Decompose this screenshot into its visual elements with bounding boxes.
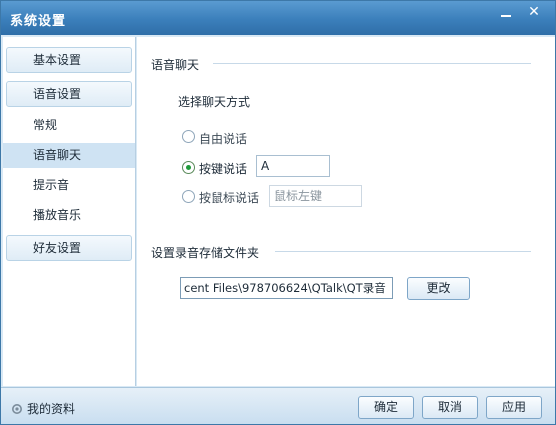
radio-push-to-talk[interactable] [182,161,195,174]
my-profile-link[interactable]: 我的资料 [11,400,75,417]
ok-button[interactable]: 确定 [358,396,414,419]
section-divider [275,251,531,252]
my-profile-label: 我的资料 [27,402,76,416]
record-folder-path-input[interactable]: cent Files\978706624\QTalk\QT录音 [180,277,393,299]
sidebar-item-notification-sound[interactable]: 提示音 [3,173,135,198]
sidebar-item-general[interactable]: 常规 [3,113,135,138]
radio-free-talk[interactable] [182,130,195,143]
minimize-icon [501,15,511,17]
mouse-talk-button-input[interactable]: 鼠标左键 [269,185,362,207]
section-title-record-folder: 设置录音存储文件夹 [151,246,260,260]
push-to-talk-key-input[interactable]: A [256,155,330,177]
settings-main-panel: 语音聊天 选择聊天方式 自由说话 按键说话 A 按鼠标说话 鼠标左键 设置录音存… [137,37,555,386]
close-icon: ✕ [528,4,540,20]
section-divider [213,63,531,64]
sidebar-group-voice[interactable]: 语音设置 [6,81,132,107]
minimize-button[interactable] [495,4,517,21]
sidebar-item-voice-chat[interactable]: 语音聊天 [3,143,135,168]
choose-mode-label: 选择聊天方式 [178,95,251,109]
radio-push-to-talk-label[interactable]: 按键说话 [199,160,247,177]
sidebar-item-play-music[interactable]: 播放音乐 [3,203,135,228]
sidebar-group-friends[interactable]: 好友设置 [6,235,132,261]
title-bar[interactable]: 系统设置 ✕ [1,1,555,35]
change-folder-button[interactable]: 更改 [407,277,470,300]
sidebar-group-basic[interactable]: 基本设置 [6,47,132,73]
close-button[interactable]: ✕ [523,4,545,21]
settings-window: 系统设置 ✕ 基本设置 语音设置 常规 语音聊天 提示音 播放音乐 好友设置 语… [0,0,556,425]
radio-mouse-talk-label[interactable]: 按鼠标说话 [199,189,259,206]
apply-button[interactable]: 应用 [486,396,542,419]
gear-icon [12,404,22,414]
cancel-button[interactable]: 取消 [422,396,478,419]
section-title-voice-chat: 语音聊天 [151,58,200,72]
settings-sidebar: 基本设置 语音设置 常规 语音聊天 提示音 播放音乐 好友设置 [3,37,136,386]
radio-mouse-talk[interactable] [182,190,195,203]
window-title: 系统设置 [10,14,67,29]
dialog-footer: 我的资料 确定 取消 应用 [1,387,555,424]
radio-free-talk-label[interactable]: 自由说话 [199,130,247,147]
